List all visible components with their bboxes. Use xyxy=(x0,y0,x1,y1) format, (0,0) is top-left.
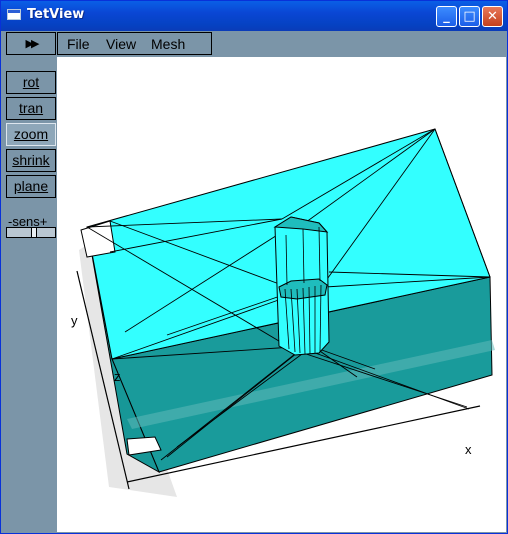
menu-view[interactable]: View xyxy=(106,36,136,52)
plane-button[interactable]: plane xyxy=(6,175,56,198)
close-icon: ✕ xyxy=(487,9,498,24)
zoom-button[interactable]: zoom xyxy=(6,123,56,146)
fast-forward-icon: ▶▶ xyxy=(25,37,40,50)
minimize-icon: _ xyxy=(443,9,450,24)
sensitivity-slider[interactable] xyxy=(6,227,56,238)
tran-button[interactable]: tran xyxy=(6,97,56,120)
title-bar[interactable]: TetView _ □ ✕ xyxy=(1,1,507,31)
menu-bar: File View Mesh xyxy=(57,32,212,55)
menu-file[interactable]: File xyxy=(67,36,90,52)
zoom-label: zoom xyxy=(13,126,49,142)
mesh-render xyxy=(76,128,495,497)
menu-mesh[interactable]: Mesh xyxy=(151,36,185,52)
rot-button[interactable]: rot xyxy=(6,71,56,94)
plane-label: plane xyxy=(13,178,49,194)
close-button[interactable]: ✕ xyxy=(482,6,503,27)
axis-x-label: x xyxy=(465,442,472,457)
tran-label: tran xyxy=(18,100,44,116)
shrink-button[interactable]: shrink xyxy=(6,149,56,172)
window-title: TetView xyxy=(27,7,85,22)
tetview-window: TetView _ □ ✕ ▶▶ File View Mesh rot tran… xyxy=(0,0,508,534)
axis-z-label: z xyxy=(114,369,121,384)
fast-forward-button[interactable]: ▶▶ xyxy=(6,32,56,55)
maximize-icon: □ xyxy=(463,9,476,24)
client-area: ▶▶ File View Mesh rot tran zoom shrink p… xyxy=(4,31,506,532)
maximize-button[interactable]: □ xyxy=(459,6,480,27)
app-window-icon xyxy=(7,9,21,20)
axis-y-label: y xyxy=(71,313,78,328)
minimize-button[interactable]: _ xyxy=(436,6,457,27)
mesh-pillar xyxy=(273,216,330,356)
mesh-viewport[interactable]: y z x xyxy=(57,57,506,532)
shrink-label: shrink xyxy=(12,152,50,168)
rot-label: rot xyxy=(22,74,40,90)
sensitivity-slider-thumb[interactable] xyxy=(31,228,37,237)
